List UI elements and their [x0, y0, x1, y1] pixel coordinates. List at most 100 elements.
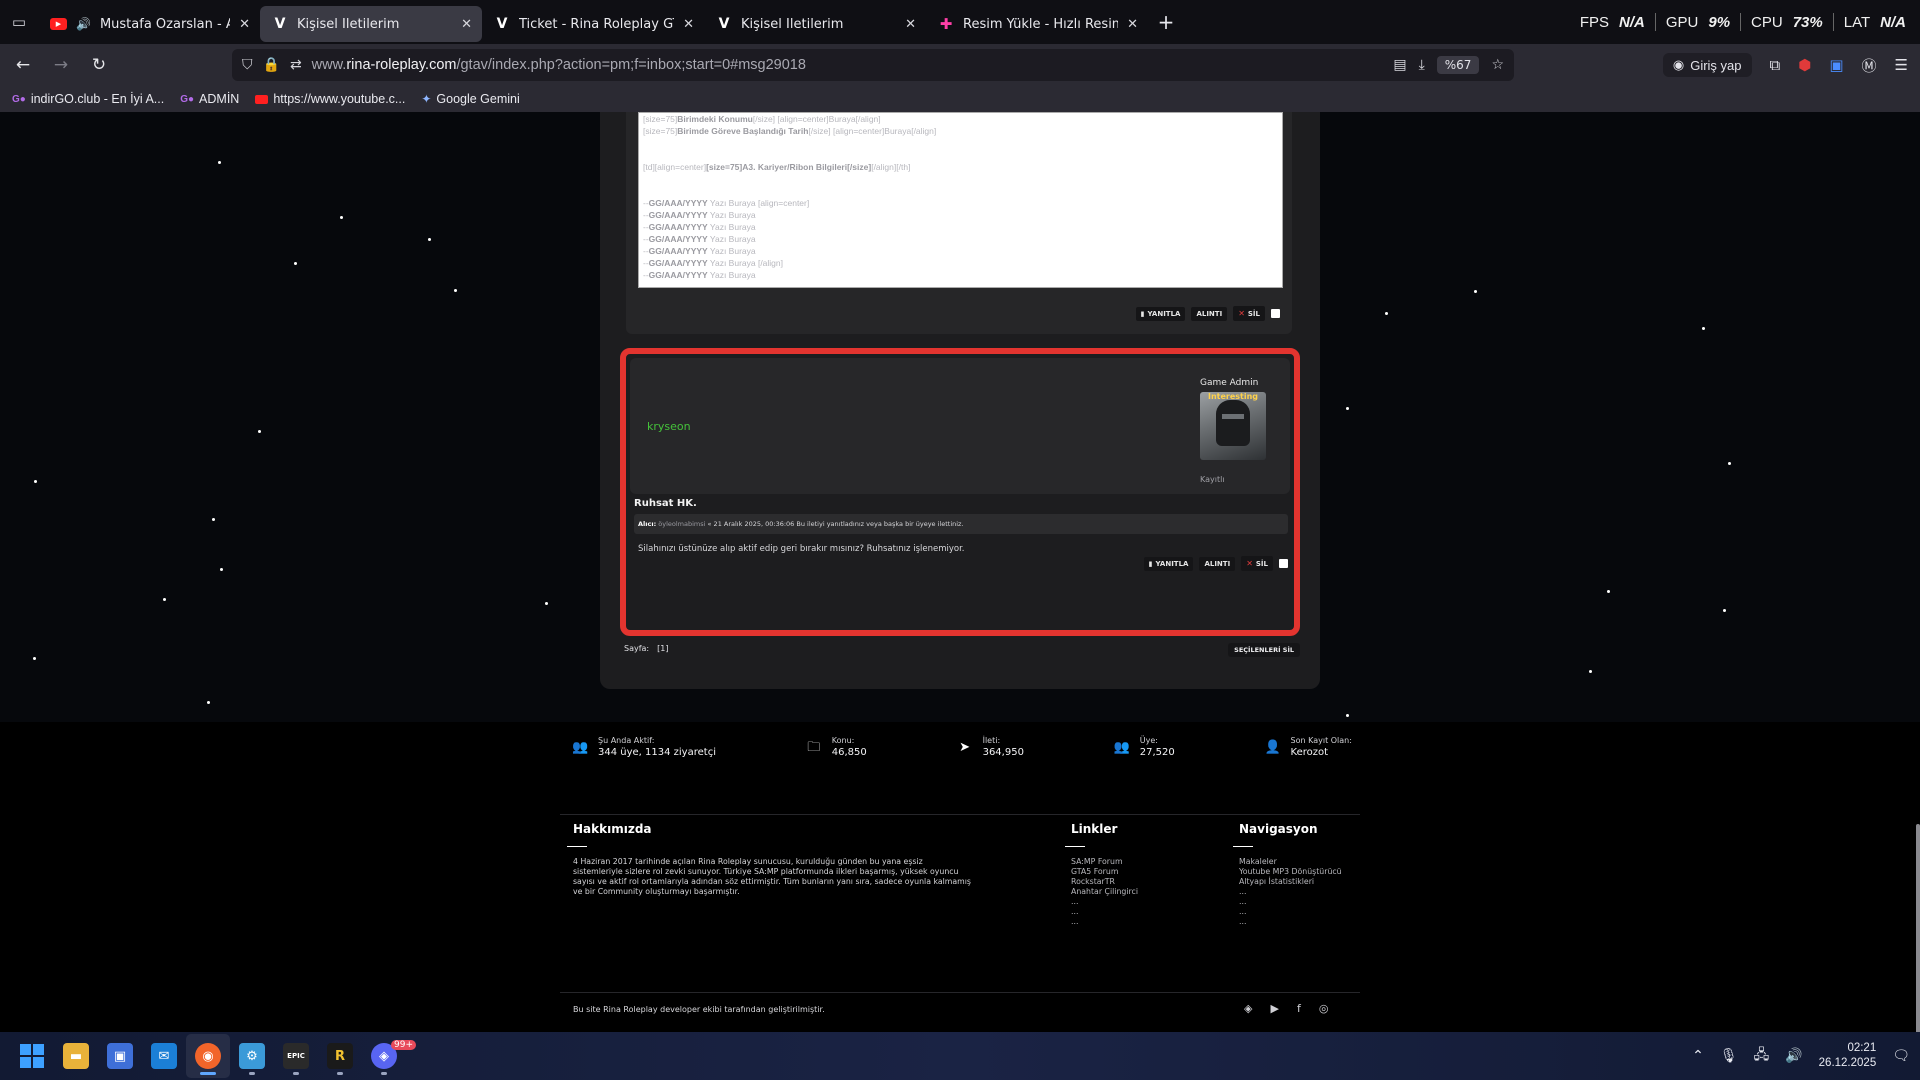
folder-icon: 🗀 — [807, 740, 821, 755]
reply-button[interactable]: ▮ YANITLA — [1143, 556, 1194, 571]
clock[interactable]: 02:21 26.12.2025 — [1819, 1041, 1877, 1071]
start-button[interactable] — [10, 1034, 54, 1078]
recipient-name[interactable]: öyleolmabimsi — [658, 520, 705, 528]
network-icon[interactable]: 🖧 — [1754, 1044, 1770, 1068]
taskbar-app-gear[interactable]: ⚙ — [230, 1034, 274, 1078]
permissions-icon[interactable]: ⇄ — [290, 57, 302, 73]
taskbar-file-explorer[interactable]: ▬ — [54, 1034, 98, 1078]
bookmark-gemini[interactable]: ✦ Google Gemini — [421, 92, 519, 106]
firefox-icon: ◉ — [195, 1043, 221, 1069]
tab-resim-yukle[interactable]: ✚ Resim Yükle - Hızlı Resim Paylaş ✕ — [926, 6, 1148, 42]
taskbar-rage-mp[interactable]: R — [318, 1034, 362, 1078]
tab-kisisel-iletilerim-active[interactable]: V Kişisel İletilerim ✕ — [260, 6, 482, 42]
footer-nav-link[interactable]: ... — [1239, 917, 1379, 927]
taskbar-mail[interactable]: ✉ — [142, 1034, 186, 1078]
avatar[interactable]: Interesting — [1200, 392, 1266, 460]
footer-about-title: Hakkımızda — [573, 822, 652, 836]
footer-link[interactable]: SA:MP Forum — [1071, 857, 1211, 867]
divider — [1233, 846, 1253, 847]
volume-icon[interactable]: 🔊 — [1785, 1048, 1802, 1064]
code-line: --GG/AAA/YYYY Yazı Buraya — [643, 234, 756, 244]
address-bar[interactable]: ⛉ 🔒 ⇄ www.rina-roleplay.com/gtav/index.p… — [232, 49, 1514, 81]
reader-view-icon[interactable]: ▤ — [1393, 57, 1406, 73]
close-icon[interactable]: ✕ — [905, 17, 916, 32]
instagram-icon[interactable]: ◎ — [1319, 1002, 1329, 1015]
url-text[interactable]: www.rina-roleplay.com/gtav/index.php?act… — [312, 57, 806, 73]
close-icon[interactable]: ✕ — [683, 17, 694, 32]
stat-online: 👥 Şu Anda Aktif: 344 üye, 1134 ziyaretçi — [572, 736, 716, 758]
microphone-icon[interactable]: 🎙 — [1720, 1048, 1738, 1064]
taskbar-epic-games[interactable]: EPIC — [274, 1034, 318, 1078]
discord-icon[interactable]: ◈ — [1244, 1002, 1252, 1015]
quote-button[interactable]: ALINTI — [1191, 306, 1228, 321]
chevron-up-icon[interactable]: ⌃ — [1692, 1048, 1704, 1064]
sender-username[interactable]: kryseon — [647, 420, 691, 433]
taskbar-discord[interactable]: ◈ 99+ — [362, 1034, 416, 1078]
youtube-icon[interactable]: ▶ — [1270, 1002, 1278, 1015]
footer-link[interactable]: RockstarTR — [1071, 877, 1211, 887]
footer-nav-link[interactable]: Altyapı İstatistikleri — [1239, 877, 1379, 887]
reply-button[interactable]: ▮ YANITLA — [1135, 306, 1186, 321]
select-checkbox[interactable] — [1279, 559, 1288, 568]
footer-link[interactable]: ... — [1071, 917, 1211, 927]
tab-kisisel-iletilerim[interactable]: V Kişisel İletilerim ✕ — [704, 6, 926, 42]
tab-youtube[interactable]: ▶ 🔊 Mustafa Özarslan - Arayı Açma ✕ — [38, 6, 260, 42]
close-icon[interactable]: ✕ — [239, 17, 250, 32]
bookmark-indirgo[interactable]: G● indirGO.club - En İyi A... — [12, 92, 164, 106]
close-icon[interactable]: ✕ — [461, 17, 472, 32]
shield-icon[interactable]: ⛉ — [242, 57, 253, 73]
notifications-icon[interactable]: 🗨 — [1892, 1048, 1910, 1064]
back-arrow-icon[interactable]: ← — [8, 50, 38, 80]
footer-nav-link[interactable]: Youtube MP3 Dönüştürücü — [1239, 867, 1379, 877]
footer-about: Hakkımızda 4 Haziran 2017 tarihinde açıl… — [567, 822, 973, 897]
fps-label: FPS — [1579, 13, 1609, 31]
monitor-app-icon: ▣ — [107, 1043, 133, 1069]
footer-link[interactable]: GTA5 Forum — [1071, 867, 1211, 877]
login-button[interactable]: ◉ Giriş yap — [1662, 53, 1752, 77]
tab-ticket[interactable]: V Ticket - Rina Roleplay GTA V | w ✕ — [482, 6, 704, 42]
page-link-current[interactable]: [1] — [657, 644, 668, 653]
footer-link[interactable]: ... — [1071, 897, 1211, 907]
divider — [560, 814, 1360, 815]
fps-value: N/A — [1619, 13, 1645, 31]
bookmark-youtube[interactable]: https://www.youtube.c... — [255, 92, 405, 106]
extensions-icon[interactable]: ⧉ — [1770, 56, 1781, 74]
close-icon[interactable]: ✕ — [1127, 17, 1138, 32]
footer-nav-link[interactable]: Makaleler — [1239, 857, 1379, 867]
footer-nav-link[interactable]: ... — [1239, 907, 1379, 917]
delete-button[interactable]: ✕ SİL — [1241, 556, 1273, 571]
code-line: [size=75]Birimdeki Konumu[/size] [align=… — [643, 114, 881, 124]
select-checkbox[interactable] — [1271, 309, 1280, 318]
lock-icon[interactable]: 🔒 — [263, 57, 280, 73]
new-tab-button[interactable]: + — [1152, 8, 1180, 36]
delete-selected-button[interactable]: SEÇİLENLERİ SİL — [1228, 643, 1300, 657]
forward-arrow-icon[interactable]: → — [46, 50, 76, 80]
taskbar-firefox[interactable]: ◉ — [186, 1034, 230, 1078]
page-scrollbar[interactable] — [1916, 824, 1920, 1032]
reload-icon[interactable]: ↻ — [84, 50, 114, 80]
footer-nav-link[interactable]: ... — [1239, 887, 1379, 897]
quote-button[interactable]: ALINTI — [1199, 556, 1236, 571]
page-content: [size=75]Birimdeki Konumu[/size] [align=… — [0, 112, 1920, 1032]
bookmark-star-icon[interactable]: ☆ — [1491, 57, 1504, 73]
footer-link[interactable]: Anahtar Çilingirci — [1071, 887, 1211, 897]
footer-link[interactable]: ... — [1071, 907, 1211, 917]
delete-button[interactable]: ✕ SİL — [1233, 306, 1265, 321]
download-icon[interactable]: ⤓ — [1419, 57, 1425, 73]
speaker-icon[interactable]: 🔊 — [76, 17, 91, 31]
indirgo-icon: G● — [180, 93, 195, 105]
code-line: [size=75]Birimde Göreve Başlandığı Tarih… — [643, 126, 937, 136]
bookmark-admin[interactable]: G● ADMİN — [180, 92, 239, 106]
zoom-level[interactable]: %67 — [1436, 56, 1480, 74]
menu-icon[interactable]: ☰ — [1895, 56, 1908, 74]
extension-m-icon[interactable]: Ⓜ — [1862, 55, 1877, 76]
extension-blue-icon[interactable]: ▣ — [1829, 56, 1843, 74]
footer-nav-link[interactable]: ... — [1239, 897, 1379, 907]
ublock-icon[interactable]: ⬢ — [1798, 56, 1811, 74]
rina-v-icon: V — [718, 16, 730, 32]
facebook-icon[interactable]: f — [1297, 1002, 1301, 1015]
taskbar-app-monitor[interactable]: ▣ — [98, 1034, 142, 1078]
tab-overview-icon[interactable]: ▭ — [0, 0, 38, 44]
